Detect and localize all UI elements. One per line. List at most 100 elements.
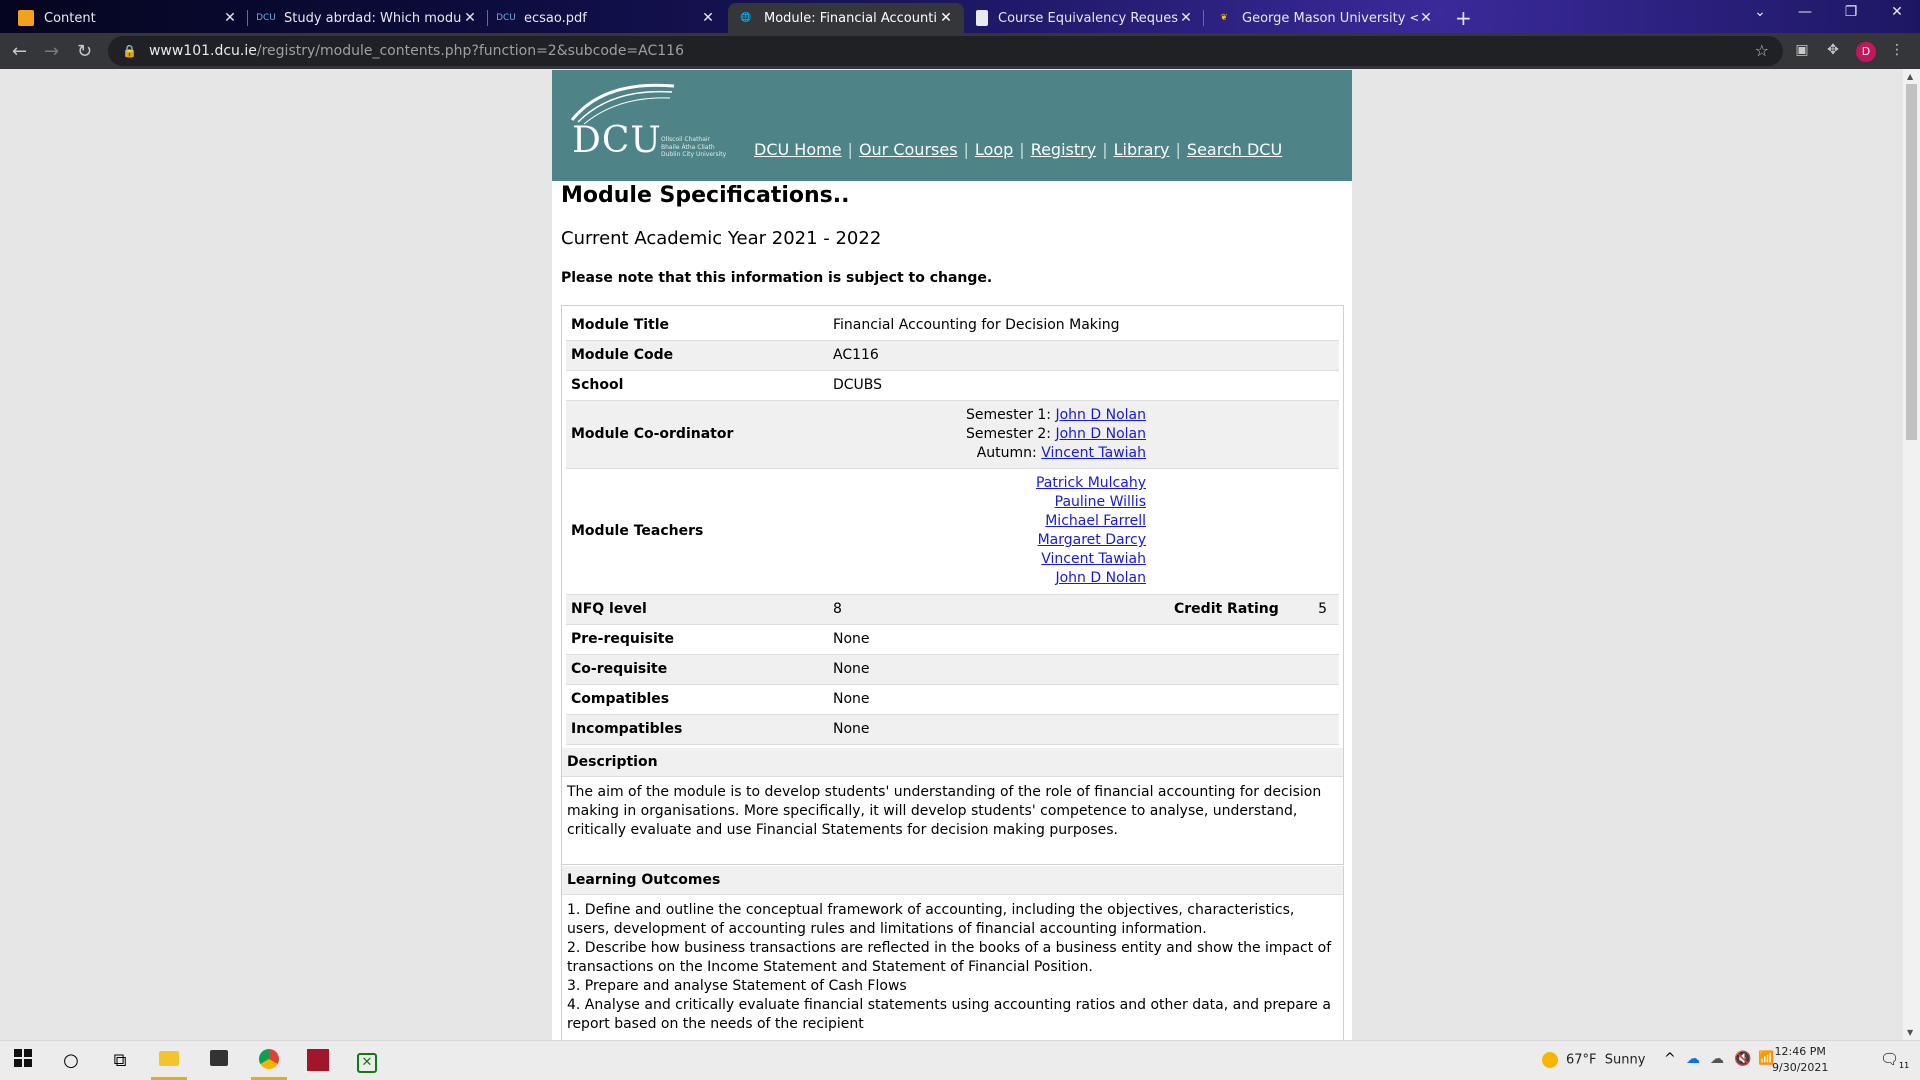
browser-tab[interactable]: DCU ecsao.pdf ✕ — [488, 3, 726, 33]
change-notice: Please note that this information is sub… — [561, 270, 993, 286]
table-row: Compatibles None — [566, 684, 1339, 715]
notification-icon[interactable]: 🗨11 — [1880, 1050, 1909, 1070]
search-icon[interactable]: ○ — [59, 1049, 83, 1073]
windows-start-icon[interactable] — [11, 1049, 35, 1073]
table-row: Module Title Financial Accounting for De… — [566, 310, 1339, 341]
list-item: 3. Prepare and analyse Statement of Cash… — [567, 978, 907, 994]
teacher-link[interactable]: Michael Farrell — [1045, 513, 1146, 529]
dcu-icon: DCU — [256, 13, 276, 23]
bookmark-star-icon[interactable]: ☆ — [1755, 41, 1769, 60]
puzzle-icon[interactable]: ✥ — [1824, 42, 1842, 60]
section-heading: Learning Outcomes — [562, 866, 1343, 895]
xbox-icon[interactable]: ✕ — [355, 1049, 379, 1073]
browser-tab-active[interactable]: 🌐 Module: Financial Accounting for ✕ — [728, 3, 964, 33]
list-item: 4. Analyse and critically evaluate finan… — [567, 997, 1331, 1032]
cloud-icon[interactable]: ☁ — [1710, 1051, 1724, 1067]
globe-icon: 🌐 — [740, 13, 752, 23]
tab-search-icon[interactable]: ⌄ — [1737, 4, 1783, 20]
learning-outcomes-list: 1. Define and outline the conceptual fra… — [562, 895, 1343, 1040]
close-tab-icon[interactable]: ✕ — [222, 10, 238, 26]
coordinator-list: Semester 1: John D Nolan Semester 2: Joh… — [828, 400, 1339, 469]
browser-tab[interactable]: DCU Study abrdad: Which modules ca ✕ — [248, 3, 488, 33]
page-scrollbar[interactable]: ▲ ▼ — [1903, 69, 1920, 1040]
notebook-icon — [18, 10, 34, 26]
coordinator-link[interactable]: John D Nolan — [1055, 407, 1146, 423]
extension-icon[interactable]: ▣ — [1793, 42, 1811, 60]
coordinator-link[interactable]: John D Nolan — [1055, 426, 1146, 442]
scroll-up-icon[interactable]: ▲ — [1907, 72, 1913, 81]
table-row: School DCUBS — [566, 370, 1339, 401]
nav-our-courses[interactable]: Our Courses — [859, 140, 958, 159]
academic-year: Current Academic Year 2021 - 2022 — [561, 228, 882, 249]
reload-icon[interactable]: ↻ — [77, 41, 92, 62]
gmu-icon: ❦ — [1220, 13, 1228, 23]
taskbar: ○ ⧉ ✕ 67°F Sunny ^ ☁ ☁ 🔇 📶 12:46 PM 9/30… — [0, 1040, 1920, 1080]
back-icon[interactable]: ← — [12, 41, 27, 62]
restore-button[interactable]: ❐ — [1828, 4, 1874, 20]
teacher-link[interactable]: Vincent Tawiah — [1041, 551, 1146, 567]
browser-tab[interactable]: Content ✕ — [8, 3, 248, 33]
close-tab-icon[interactable]: ✕ — [1178, 10, 1194, 26]
address-bar[interactable]: 🔒 www101.dcu.ie/registry/module_contents… — [108, 36, 1783, 66]
speaker-mute-icon[interactable]: 🔇 — [1734, 1051, 1751, 1067]
coordinator-link[interactable]: Vincent Tawiah — [1041, 445, 1146, 461]
menu-icon[interactable]: ⋮ — [1888, 42, 1906, 60]
nav-registry[interactable]: Registry — [1031, 140, 1097, 159]
browser-tab[interactable]: Course Equivalency Request - Cb ✕ — [966, 3, 1204, 33]
site-header: DCU Ollscoil Chathair Bhaile Átha Cliath… — [552, 70, 1352, 181]
table-row: Module Teachers Patrick Mulcahy Pauline … — [566, 468, 1339, 595]
teacher-link[interactable]: Pauline Willis — [1055, 494, 1146, 510]
minimize-button[interactable]: — — [1782, 4, 1828, 20]
logo-swoosh-icon — [570, 83, 675, 125]
learning-outcomes-section: Learning Outcomes 1. Define and outline … — [561, 866, 1344, 1040]
close-tab-icon[interactable]: ✕ — [462, 10, 478, 26]
document-icon — [976, 10, 988, 26]
section-heading: Description — [562, 748, 1343, 777]
table-row: Module Code AC116 — [566, 340, 1339, 371]
sun-icon — [1542, 1052, 1558, 1068]
nav-search-dcu[interactable]: Search DCU — [1187, 140, 1282, 159]
new-tab-button[interactable]: + — [1455, 6, 1472, 30]
profile-avatar[interactable]: D — [1856, 42, 1876, 62]
table-row: Pre-requisite None — [566, 624, 1339, 655]
close-tab-icon[interactable]: ✕ — [1418, 10, 1434, 26]
lock-icon: 🔒 — [122, 44, 137, 58]
app-icon[interactable] — [306, 1049, 330, 1073]
close-tab-icon[interactable]: ✕ — [938, 10, 954, 26]
dcu-icon: DCU — [496, 13, 516, 23]
tab-strip: Content ✕ DCU Study abrdad: Which module… — [0, 0, 1920, 33]
nav-dcu-home[interactable]: DCU Home — [754, 140, 842, 159]
forward-icon[interactable]: → — [44, 41, 59, 62]
browser-tab[interactable]: ❦ George Mason University < Geo ✕ — [1206, 3, 1444, 33]
nav-library[interactable]: Library — [1114, 140, 1170, 159]
system-clock[interactable]: 12:46 PM 9/30/2021 — [1772, 1044, 1828, 1076]
chrome-icon[interactable] — [257, 1049, 281, 1073]
chevron-up-icon[interactable]: ^ — [1664, 1051, 1676, 1067]
teacher-list: Patrick Mulcahy Pauline Willis Michael F… — [828, 468, 1339, 595]
onedrive-icon[interactable]: ☁ — [1686, 1051, 1700, 1067]
close-window-button[interactable]: ✕ — [1874, 4, 1920, 20]
scroll-thumb[interactable] — [1906, 84, 1917, 440]
list-item: 1. Define and outline the conceptual fra… — [567, 902, 1295, 937]
description-text: The aim of the module is to develop stud… — [567, 784, 1322, 838]
list-item: 2. Describe how business transactions ar… — [567, 940, 1332, 975]
dcu-logo[interactable]: DCU Ollscoil Chathair Bhaile Átha Cliath… — [560, 80, 735, 170]
page-content: DCU Ollscoil Chathair Bhaile Átha Cliath… — [552, 70, 1352, 1040]
task-view-icon[interactable]: ⧉ — [108, 1049, 132, 1073]
weather-widget[interactable]: 67°F Sunny — [1542, 1052, 1645, 1068]
table-row: NFQ level 8 Credit Rating 5 — [566, 594, 1339, 625]
module-spec-table: Module Title Financial Accounting for De… — [561, 305, 1344, 750]
teacher-link[interactable]: John D Nolan — [1055, 570, 1146, 586]
table-row: Co-requisite None — [566, 654, 1339, 685]
browser-toolbar: ← → ↻ 🔒 www101.dcu.ie/registry/module_co… — [0, 33, 1920, 69]
scroll-down-icon[interactable]: ▼ — [1907, 1028, 1913, 1037]
nav-loop[interactable]: Loop — [975, 140, 1013, 159]
store-icon[interactable] — [207, 1049, 231, 1073]
table-row: Module Co-ordinator Semester 1: John D N… — [566, 400, 1339, 469]
file-explorer-icon[interactable] — [157, 1049, 181, 1073]
table-row: Incompatibles None — [566, 714, 1339, 745]
teacher-link[interactable]: Margaret Darcy — [1038, 532, 1146, 548]
close-tab-icon[interactable]: ✕ — [700, 10, 716, 26]
teacher-link[interactable]: Patrick Mulcahy — [1036, 475, 1146, 491]
page-title: Module Specifications.. — [561, 183, 850, 208]
